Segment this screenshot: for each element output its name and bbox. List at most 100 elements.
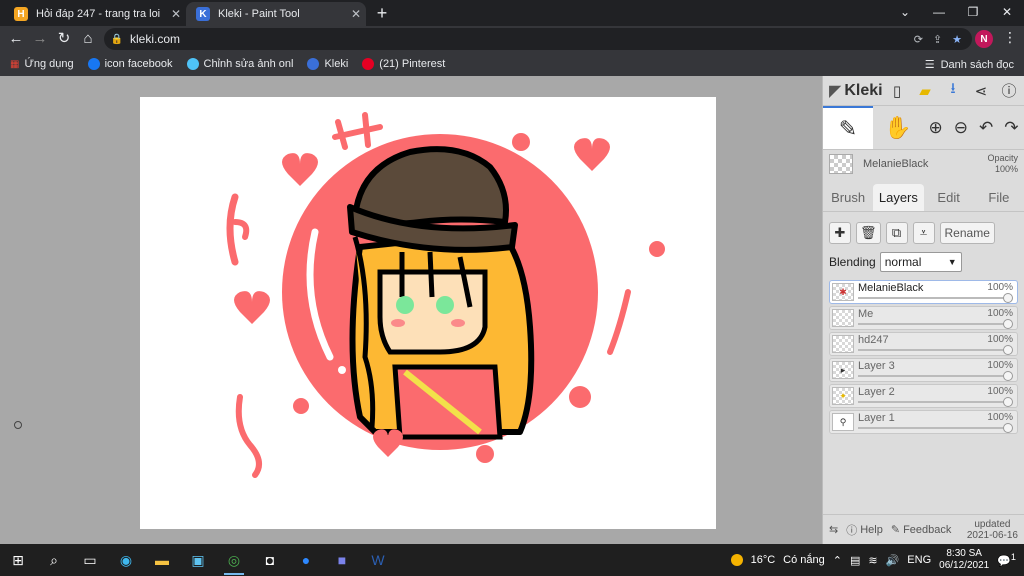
slider-handle[interactable] — [1003, 423, 1013, 433]
address-bar[interactable]: 🔒 kleki.com ⟳ ⇪ ★ — [104, 28, 972, 50]
layer-item[interactable]: ⚲ Layer 1 100% — [829, 410, 1018, 434]
file-explorer-icon[interactable]: ▬ — [144, 544, 180, 576]
new-tab-button[interactable]: + — [372, 3, 392, 23]
minimize-icon[interactable]: — — [922, 0, 956, 24]
new-file-icon[interactable]: ▯ — [888, 82, 906, 100]
wifi-icon[interactable]: ≋ — [868, 554, 877, 567]
slider-handle[interactable] — [1003, 345, 1013, 355]
home-icon[interactable]: ⌂ — [78, 29, 98, 49]
close-icon[interactable]: ✕ — [346, 7, 366, 21]
redo-icon[interactable]: ↷ — [1004, 118, 1018, 138]
translate-icon[interactable]: ⟳ — [914, 33, 923, 46]
zoom-in-icon[interactable]: ⊕ — [929, 118, 943, 138]
download-icon[interactable]: ⭳ — [944, 78, 962, 103]
tab-kleki[interactable]: K Kleki - Paint Tool ✕ — [186, 2, 366, 26]
layer-opacity-slider[interactable] — [858, 349, 1011, 351]
bookmark-photo-editor[interactable]: Chỉnh sửa ảnh onl — [186, 58, 293, 70]
tab-brush[interactable]: Brush — [823, 184, 873, 211]
undo-icon[interactable]: ↶ — [979, 118, 993, 138]
delete-layer-button[interactable]: 🗑 — [856, 222, 881, 244]
restore-icon[interactable]: ❐ — [956, 0, 990, 24]
layer-item[interactable]: ✱ MelanieBlack 100% — [829, 280, 1018, 304]
brush-preview[interactable] — [829, 154, 853, 174]
temperature[interactable]: 16°C — [751, 554, 776, 566]
swap-icon[interactable]: ⇆ — [829, 523, 838, 536]
drawing-canvas[interactable] — [140, 97, 716, 529]
slider-handle[interactable] — [1003, 397, 1013, 407]
task-view-icon[interactable]: ▭ — [72, 544, 108, 576]
chrome-icon[interactable]: ◎ — [216, 544, 252, 576]
network-icon[interactable]: ▤ — [850, 554, 860, 567]
reload-icon[interactable]: ↻ — [54, 29, 74, 49]
bookmark-apps[interactable]: ▦ Ứng dụng — [10, 58, 74, 70]
merge-layer-button[interactable]: ⩡ — [912, 222, 935, 244]
hand-tool-button[interactable]: ✋ — [873, 106, 923, 149]
weather-text[interactable]: Có nắng — [783, 554, 825, 566]
layer-opacity-slider[interactable] — [858, 323, 1011, 325]
dot-doodle — [512, 133, 530, 151]
tab-hoidap247[interactable]: H Hỏi đáp 247 - trang tra loi ✕ — [4, 2, 186, 26]
close-window-icon[interactable]: ✕ — [990, 0, 1024, 24]
windows-start-icon[interactable]: ⊞ — [0, 544, 36, 576]
camera-icon[interactable]: ◘ — [252, 544, 288, 576]
chrome-menu-icon[interactable]: ⋮ — [1000, 29, 1020, 46]
layer-opacity: 100% — [987, 308, 1013, 319]
updated-info[interactable]: updated 2021-06-16 — [967, 519, 1018, 541]
bookmark-star-icon[interactable]: ★ — [952, 33, 962, 46]
slider-handle[interactable] — [1003, 319, 1013, 329]
zoom-out-icon[interactable]: ⊖ — [954, 118, 968, 138]
layer-opacity-slider[interactable] — [858, 297, 1011, 299]
bookmark-pinterest[interactable]: (21) Pinterest — [362, 58, 445, 70]
layer-opacity-slider[interactable] — [858, 427, 1011, 429]
share-icon[interactable]: ⋖ — [972, 82, 990, 100]
lock-icon[interactable]: 🔒 — [104, 34, 130, 45]
layer-item[interactable]: ▸ Layer 3 100% — [829, 358, 1018, 382]
heart-doodle — [234, 291, 270, 324]
share-icon[interactable]: ⇪ — [933, 33, 942, 46]
help-button[interactable]: ⓘ Help — [846, 522, 883, 538]
feedback-button[interactable]: ✎ Feedback — [891, 523, 952, 537]
layer-actions: ✚ 🗑 ⧉ ⩡ Rename — [823, 212, 1024, 250]
chevron-up-icon[interactable]: ⌃ — [833, 554, 842, 567]
zalo-icon[interactable]: ● — [288, 544, 324, 576]
close-icon[interactable]: ✕ — [166, 7, 186, 21]
layer-item[interactable]: Me 100% — [829, 306, 1018, 330]
layer-thumbnail: ✦ — [832, 387, 854, 405]
add-layer-button[interactable]: ✚ — [829, 222, 851, 244]
brush-tool-button[interactable]: ✎ — [823, 106, 873, 149]
bookmark-icon-facebook[interactable]: icon facebook — [87, 58, 173, 70]
reading-list-button[interactable]: ☰ Danh sách đọc — [925, 58, 1014, 72]
notification-icon[interactable]: 💬1 — [997, 552, 1016, 568]
tab-file[interactable]: File — [974, 184, 1024, 211]
tab-layers[interactable]: Layers — [873, 184, 924, 211]
layer-opacity-slider[interactable] — [858, 401, 1011, 403]
open-folder-icon[interactable]: ▰ — [916, 82, 934, 100]
squiggle-doodle — [235, 394, 262, 478]
blending-select[interactable]: normal ▼ — [879, 252, 962, 272]
tab-search-icon[interactable]: ⌄ — [888, 0, 922, 24]
forward-icon[interactable]: → — [30, 29, 50, 49]
kleki-icon — [307, 58, 320, 70]
tab-edit[interactable]: Edit — [924, 184, 974, 211]
profile-avatar[interactable]: N — [975, 30, 993, 48]
back-icon[interactable]: ← — [6, 29, 26, 49]
apps-grid-icon: ▦ — [10, 58, 20, 70]
help-icon[interactable]: ⓘ — [1000, 80, 1018, 101]
canvas-workspace[interactable] — [0, 76, 822, 544]
slider-handle[interactable] — [1003, 371, 1013, 381]
duplicate-layer-button[interactable]: ⧉ — [885, 222, 908, 244]
rename-layer-button[interactable]: Rename — [939, 222, 995, 244]
layer-item[interactable]: hd247 100% — [829, 332, 1018, 356]
search-icon[interactable]: ⌕ — [36, 544, 72, 576]
teams-icon[interactable]: ■ — [324, 544, 360, 576]
bookmark-kleki[interactable]: Kleki — [307, 58, 348, 70]
language-indicator[interactable]: ENG — [907, 554, 931, 566]
slider-handle[interactable] — [1003, 293, 1013, 303]
edge-icon[interactable]: ◉ — [108, 544, 144, 576]
layer-opacity-slider[interactable] — [858, 375, 1011, 377]
clock[interactable]: 8:30 SA 06/12/2021 — [939, 548, 989, 572]
layer-item[interactable]: ✦ Layer 2 100% — [829, 384, 1018, 408]
word-icon[interactable]: W — [360, 544, 396, 576]
store-icon[interactable]: ▣ — [180, 544, 216, 576]
volume-icon[interactable]: 🔊 — [886, 554, 900, 567]
